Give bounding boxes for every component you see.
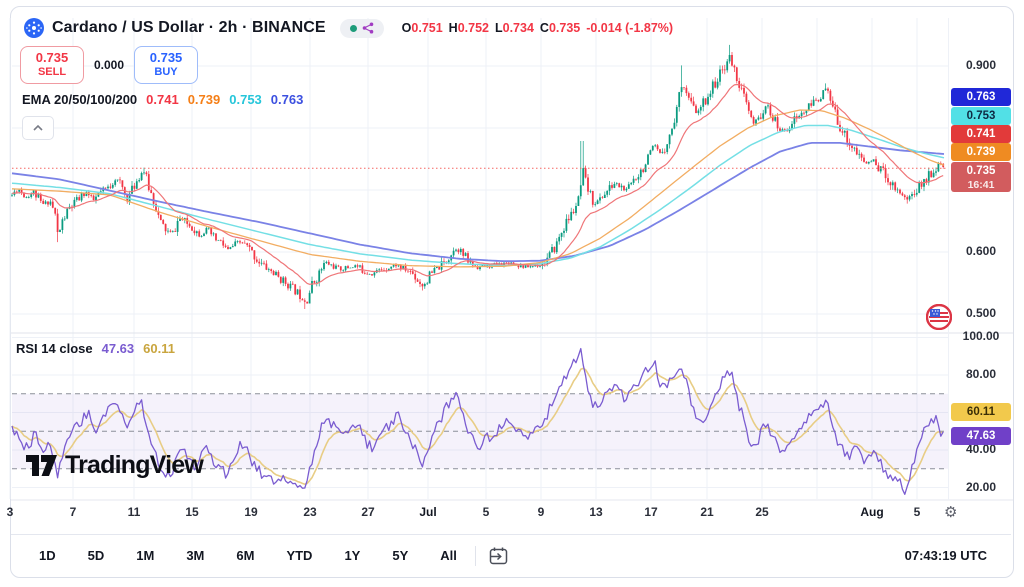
ema-legend[interactable]: EMA 20/50/100/200 0.741 0.739 0.753 0.76…: [22, 92, 303, 107]
share-flow-icon: [362, 22, 373, 34]
watermark-text: TradingView: [65, 451, 204, 479]
time-axis-label: Aug: [860, 505, 884, 519]
time-axis-label: 7: [69, 505, 77, 519]
time-axis-label: 11: [127, 505, 141, 519]
ema100-value: 0.753: [229, 92, 262, 107]
tradingview-chart-widget: Cardano / US Dollar · 2h · BINANCE O0.75…: [0, 0, 1024, 587]
high-value: 0.752: [457, 21, 489, 35]
timezone-clock[interactable]: 07:43:19 UTC: [905, 548, 993, 563]
price-badge: 0.739: [951, 143, 1011, 161]
price-axis-label: 80.00: [965, 367, 997, 381]
cardano-logo-icon: [24, 18, 44, 38]
trade-panel: 0.735 SELL 0.000 0.735 BUY: [20, 46, 199, 84]
symbol-header: Cardano / US Dollar · 2h · BINANCE O0.75…: [24, 16, 673, 40]
buy-button[interactable]: 0.735 BUY: [134, 46, 199, 84]
low-value: 0.734: [502, 21, 534, 35]
time-axis-label: 13: [589, 505, 603, 519]
range-button-5y[interactable]: 5Y: [382, 544, 418, 567]
time-axis-label: 5: [482, 505, 490, 519]
time-axis-label: Jul: [419, 505, 437, 519]
time-axis-label: 21: [700, 505, 714, 519]
chevron-up-icon: [33, 125, 43, 131]
toolbar-divider: [474, 545, 476, 566]
price-axis-label: 20.00: [965, 480, 997, 494]
price-axis-label: 0.500: [965, 306, 997, 320]
range-button-3m[interactable]: 3M: [176, 544, 214, 567]
time-axis-label: 5: [913, 505, 921, 519]
go-to-date-icon[interactable]: [488, 546, 509, 566]
spread-value: 0.000: [94, 58, 125, 72]
range-button-6m[interactable]: 6M: [226, 544, 264, 567]
range-button-all[interactable]: All: [430, 544, 467, 567]
bottom-toolbar: 1D 5D 1M 3M 6M YTD 1Y 5Y All 07:43:19 UTC: [11, 534, 1011, 576]
ema200-value: 0.763: [270, 92, 304, 107]
ema20-value: 0.741: [146, 92, 179, 107]
price-badge: 60.11: [951, 403, 1011, 421]
time-axis-label: 27: [361, 505, 375, 519]
ohlc-readout: O0.751 H0.752 L0.734 C0.735 -0.014 (-1.8…: [401, 21, 674, 35]
price-axis-label: 0.600: [965, 244, 997, 258]
close-value: 0.735: [548, 21, 581, 35]
time-axis-label: 23: [303, 505, 317, 519]
tradingview-watermark: TradingView: [26, 451, 204, 480]
axis-settings-gear-icon[interactable]: ⚙: [944, 503, 957, 521]
range-button-1d[interactable]: 1D: [29, 544, 66, 567]
symbol-title[interactable]: Cardano / US Dollar · 2h · BINANCE: [52, 19, 326, 37]
ema50-value: 0.739: [187, 92, 221, 107]
time-axis-label: 17: [644, 505, 658, 519]
range-buttons: 1D 5D 1M 3M 6M YTD 1Y 5Y All: [29, 544, 467, 567]
legend-collapse-button[interactable]: [22, 116, 54, 140]
time-axis-label: 9: [537, 505, 545, 519]
open-value: 0.751: [411, 21, 443, 35]
price-badge: 0.753: [951, 107, 1011, 125]
ema-legend-label: EMA 20/50/100/200: [22, 92, 138, 107]
sell-button[interactable]: 0.735 SELL: [20, 46, 84, 84]
time-axis-label: 3: [6, 505, 14, 519]
change-value: -0.014 (-1.87%): [586, 21, 674, 35]
tradingview-logo-icon: [26, 454, 57, 476]
time-axis-label: 19: [244, 505, 258, 519]
time-axis-label: 25: [755, 505, 769, 519]
price-badge: 0.741: [951, 125, 1011, 143]
range-button-ytd[interactable]: YTD: [276, 544, 322, 567]
range-button-5d[interactable]: 5D: [78, 544, 115, 567]
usd-flag-icon: [925, 303, 953, 335]
price-badge: 0.735 16:41: [951, 162, 1011, 192]
rsi-legend-label: RSI 14 close: [16, 341, 93, 356]
price-axis-label: 100.00: [962, 329, 1000, 343]
rsi-value: 47.63: [101, 341, 135, 356]
rsi-legend[interactable]: RSI 14 close 47.63 60.11: [16, 341, 175, 356]
ideas-stream-pill[interactable]: [339, 18, 384, 38]
rsi-ma-value: 60.11: [143, 341, 175, 356]
time-axis-label: 15: [185, 505, 199, 519]
range-button-1m[interactable]: 1M: [126, 544, 164, 567]
price-badge: 47.63: [951, 427, 1011, 445]
chart-canvas[interactable]: [0, 0, 1024, 587]
range-button-1y[interactable]: 1Y: [334, 544, 370, 567]
status-dot-icon: [349, 24, 357, 32]
price-badge: 0.763: [951, 88, 1011, 106]
price-axis-label: 0.900: [965, 58, 997, 72]
